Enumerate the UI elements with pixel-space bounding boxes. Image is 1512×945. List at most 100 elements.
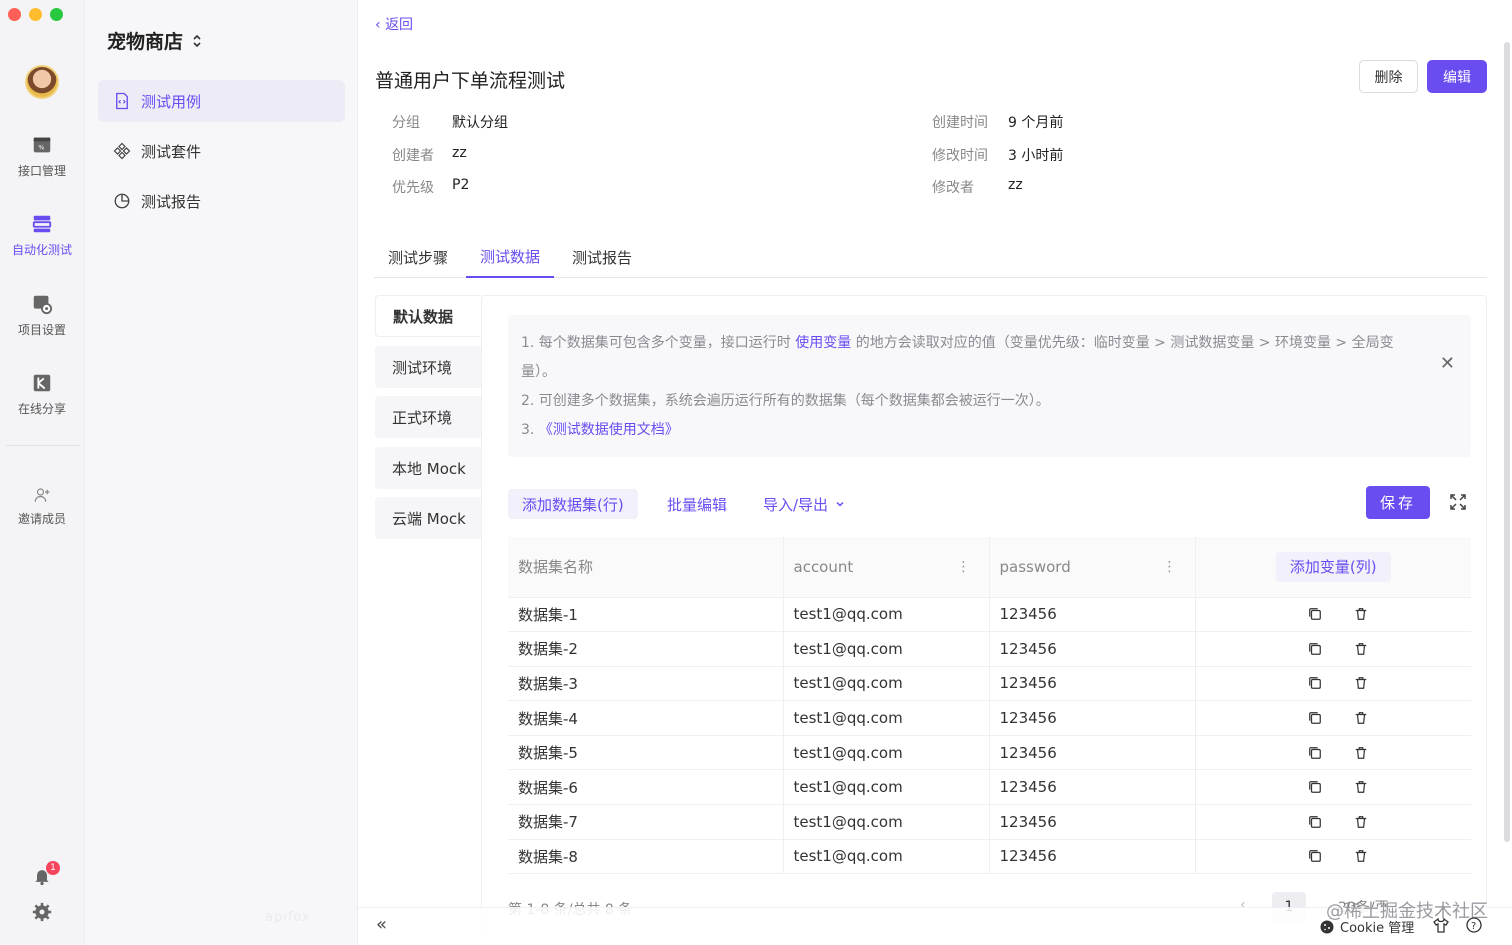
env-test[interactable]: 测试环境 [375, 346, 481, 388]
copy-icon[interactable] [1308, 746, 1322, 760]
save-button[interactable]: 保存 [1366, 486, 1430, 519]
close-icon[interactable]: ✕ [1440, 349, 1455, 378]
tab-test-report[interactable]: 测试报告 [558, 236, 646, 278]
env-cloud-mock[interactable]: 云端 Mock [375, 497, 481, 539]
tab-test-data[interactable]: 测试数据 [466, 236, 554, 278]
account-cell[interactable]: test1@qq.com [783, 839, 990, 875]
project-switcher[interactable]: 宠物商店 [107, 27, 203, 54]
password-cell[interactable]: 123456 [989, 597, 1196, 633]
shirt-icon[interactable] [1433, 917, 1449, 933]
minimize-window-button[interactable] [29, 8, 42, 21]
password-cell[interactable]: 123456 [989, 735, 1196, 771]
rail-item-settings[interactable]: 项目设置 [0, 293, 84, 338]
dataset-name-cell[interactable]: 数据集-4 [508, 700, 784, 736]
trash-icon[interactable] [1354, 746, 1368, 760]
meta-value: P2 [452, 177, 470, 193]
account-cell[interactable]: test1@qq.com [783, 769, 990, 806]
sidebar-item-label: 测试报告 [141, 192, 202, 211]
trash-icon[interactable] [1354, 815, 1368, 829]
copy-icon[interactable] [1308, 849, 1322, 863]
dataset-name-cell[interactable]: 数据集-3 [508, 666, 784, 702]
trash-icon[interactable] [1354, 642, 1368, 656]
tab-test-steps[interactable]: 测试步骤 [374, 236, 462, 278]
account-cell[interactable]: test1@qq.com [783, 804, 990, 840]
password-cell[interactable]: 123456 [989, 804, 1196, 840]
row-actions-cell [1195, 666, 1471, 702]
copy-icon[interactable] [1308, 711, 1322, 725]
meta-value: 默认分组 [452, 115, 508, 131]
env-production[interactable]: 正式环境 [375, 396, 481, 438]
password-cell[interactable]: 123456 [989, 631, 1196, 667]
account-cell[interactable]: test1@qq.com [783, 597, 990, 633]
avatar[interactable] [25, 65, 59, 99]
collapse-sidebar-button[interactable]: « [376, 914, 387, 935]
import-export-dropdown[interactable]: 导入/导出 [763, 489, 846, 519]
sidebar-item-test-case[interactable]: 测试用例 [98, 80, 345, 122]
docs-link[interactable]: 《测试数据使用文档》 [539, 422, 679, 438]
project-name: 宠物商店 [107, 31, 184, 53]
copy-icon[interactable] [1308, 642, 1322, 656]
copy-icon[interactable] [1308, 676, 1322, 690]
gear-icon[interactable] [32, 902, 52, 922]
trash-icon[interactable] [1354, 711, 1368, 725]
account-cell[interactable]: test1@qq.com [783, 631, 990, 667]
dataset-name-cell[interactable]: 数据集-8 [508, 839, 784, 875]
invite-member-button[interactable]: 邀请成员 [0, 486, 84, 527]
use-variable-link[interactable]: 使用变量 [795, 335, 851, 351]
automation-icon [32, 215, 52, 233]
trash-icon[interactable] [1354, 849, 1368, 863]
meta-value: zz [1008, 177, 1023, 193]
table-row: 数据集-8 test1@qq.com 123456 [508, 839, 1471, 875]
row-actions-cell [1195, 597, 1471, 633]
rail-item-share[interactable]: 在线分享 [0, 372, 84, 417]
maximize-window-button[interactable] [50, 8, 63, 21]
dataset-name-cell[interactable]: 数据集-5 [508, 735, 784, 771]
env-local-mock[interactable]: 本地 Mock [375, 447, 481, 489]
password-cell[interactable]: 123456 [989, 700, 1196, 736]
password-cell[interactable]: 123456 [989, 769, 1196, 806]
copy-icon[interactable] [1308, 815, 1322, 829]
add-column-button[interactable]: 添加变量(列) [1275, 551, 1391, 582]
sidebar-item-test-suite[interactable]: 测试套件 [98, 130, 345, 172]
svg-text:%: % [38, 144, 44, 152]
copy-icon[interactable] [1308, 780, 1322, 794]
more-vertical-icon[interactable]: ⋮ [1163, 559, 1177, 575]
header-label: 数据集名称 [518, 558, 594, 577]
delete-button[interactable]: 删除 [1359, 60, 1418, 93]
dataset-name-cell[interactable]: 数据集-1 [508, 597, 784, 633]
close-window-button[interactable] [8, 8, 21, 21]
api-icon: % [33, 137, 51, 153]
account-cell[interactable]: test1@qq.com [783, 735, 990, 771]
trash-icon[interactable] [1354, 607, 1368, 621]
dataset-name-cell[interactable]: 数据集-7 [508, 804, 784, 840]
cookie-settings-button[interactable]: Cookie 管理 [1320, 917, 1414, 936]
scrollbar[interactable] [1504, 42, 1510, 842]
copy-icon[interactable] [1308, 607, 1322, 621]
rail-item-automation[interactable]: 自动化测试 [0, 213, 84, 258]
window-controls [8, 8, 63, 21]
edit-button[interactable]: 编辑 [1427, 60, 1487, 93]
password-cell[interactable]: 123456 [989, 666, 1196, 702]
add-user-icon [34, 488, 50, 502]
meta-value: 3 小时前 [1008, 148, 1064, 164]
env-default-data[interactable]: 默认数据 [375, 295, 481, 337]
account-cell[interactable]: test1@qq.com [783, 700, 990, 736]
sidebar-item-test-report[interactable]: 测试报告 [98, 180, 345, 222]
meta-key: 创建时间 [932, 115, 988, 131]
dataset-name-cell[interactable]: 数据集-6 [508, 769, 784, 806]
more-vertical-icon[interactable]: ⋮ [957, 559, 971, 575]
add-row-button[interactable]: 添加数据集(行) [508, 489, 638, 519]
trash-icon[interactable] [1354, 676, 1368, 690]
bulk-edit-button[interactable]: 批量编辑 [667, 489, 727, 519]
password-cell[interactable]: 123456 [989, 839, 1196, 875]
tip-text: 1. 每个数据集可包含多个变量，接口运行时 [521, 335, 791, 351]
help-icon[interactable]: ? [1466, 917, 1482, 933]
account-cell[interactable]: test1@qq.com [783, 666, 990, 702]
back-link[interactable]: ‹ 返回 [375, 14, 413, 34]
row-actions [1206, 711, 1472, 725]
dataset-name-cell[interactable]: 数据集-2 [508, 631, 784, 667]
rail-item-api[interactable]: % 接口管理 [0, 134, 84, 179]
trash-icon[interactable] [1354, 780, 1368, 794]
fullscreen-icon[interactable] [1450, 494, 1466, 510]
chevron-down-icon [836, 501, 844, 507]
